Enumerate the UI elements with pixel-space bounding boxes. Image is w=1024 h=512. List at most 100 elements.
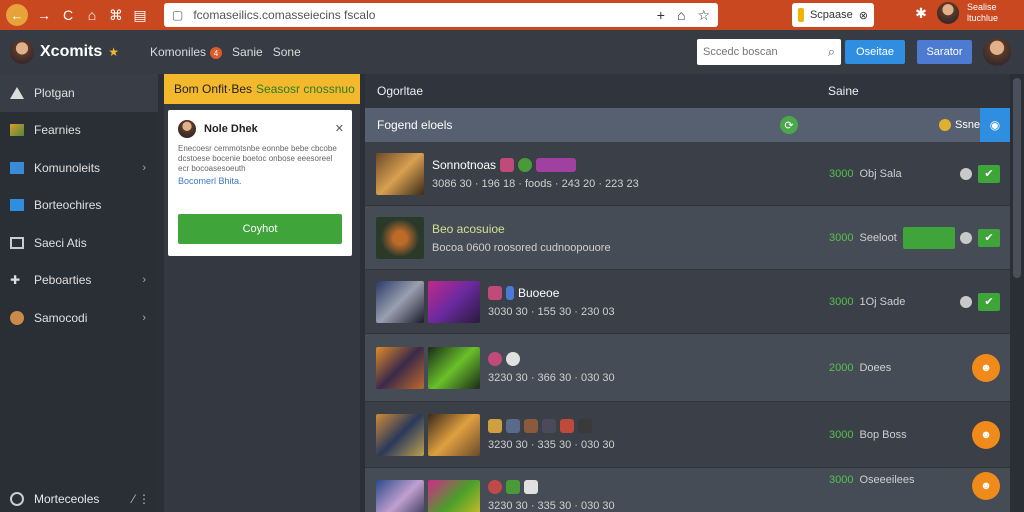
list-item[interactable]: 3230 30 · 335 30 · 030 30 3000 Oseeeilees…: [365, 468, 1010, 512]
secondary-button[interactable]: Sarator: [917, 40, 972, 64]
promo-banner[interactable]: Bom Onfit·Bes Seasosr cnossnuo: [164, 74, 360, 104]
progress-bar[interactable]: [903, 226, 955, 249]
chevron-right-icon: ›: [142, 161, 146, 174]
option-icon[interactable]: [960, 167, 972, 180]
filter-right-label: Ssne: [955, 119, 981, 131]
option-icon[interactable]: [960, 295, 972, 308]
item-price: 3000: [829, 474, 854, 486]
item-thumbnail: [376, 413, 424, 456]
primary-button[interactable]: Oseitae: [845, 40, 905, 64]
edit-icon[interactable]: ⁄ ⋮: [133, 492, 150, 506]
tag-icon: [506, 480, 520, 494]
sidebar-item-label: Fearnies: [34, 123, 81, 138]
list-header-left: Ogorltae: [377, 84, 424, 98]
back-icon[interactable]: ←: [6, 4, 28, 26]
item-price: 3000: [829, 428, 854, 441]
trend-icon: [10, 199, 24, 212]
item-price: 3000: [829, 231, 854, 244]
puzzle-icon: ✚: [10, 273, 21, 288]
nav-link-2[interactable]: Sanie: [232, 45, 263, 59]
refresh-icon[interactable]: ⟳: [780, 116, 798, 134]
user-line2: ltuchlue: [966, 13, 998, 23]
tabs-icon[interactable]: ⌘: [108, 7, 124, 24]
browser-avatar[interactable]: [936, 2, 959, 24]
sidebar-item-fearnies[interactable]: Fearnies: [0, 112, 158, 150]
reward-button[interactable]: ☻: [972, 472, 1000, 500]
sidebar-item-peboarties[interactable]: ✚ Peboarties ›: [0, 262, 158, 300]
add-icon[interactable]: +: [657, 7, 665, 24]
check-button[interactable]: ✔: [978, 292, 1000, 311]
list-header-right: Saine: [828, 84, 859, 98]
logo[interactable]: Xcomits ★: [0, 40, 140, 64]
tag-icon: [506, 418, 520, 433]
url-text: fcomaseilics.comasseiecins fscalo: [193, 8, 376, 22]
sidebar-item-samocodi[interactable]: Samocodi ›: [0, 299, 158, 337]
games-icon: [10, 124, 24, 137]
scrollbar-thumb[interactable]: [1013, 78, 1021, 278]
check-button[interactable]: ✔: [978, 164, 1000, 183]
item-price-label: Doees: [859, 361, 892, 374]
nav-link-1[interactable]: Komoniles 4: [150, 45, 223, 60]
item-thumbnail: [376, 346, 424, 389]
info-icon: [10, 492, 24, 506]
reward-button[interactable]: ☻: [972, 353, 1000, 382]
sidebar-item-saeci-atis[interactable]: Saeci Atis: [0, 224, 158, 262]
sidebar-item-komunoleits[interactable]: Komunoleits ›: [0, 149, 158, 187]
extension-chip[interactable]: Scpaase ⊗: [792, 3, 874, 27]
item-thumbnail: [376, 280, 424, 323]
nav-link-3[interactable]: Sone: [273, 45, 301, 59]
home-icon[interactable]: ⌂: [84, 7, 100, 23]
reward-button[interactable]: ☻: [972, 420, 1000, 449]
bug-icon[interactable]: ✱: [913, 5, 929, 22]
item-thumbnail-2: [428, 480, 480, 512]
close-icon[interactable]: ⊗: [859, 9, 868, 22]
tag-icon: [518, 157, 533, 172]
user-line1: Sealise: [966, 2, 997, 12]
star-icon[interactable]: ☆: [697, 7, 710, 24]
list-item[interactable]: Buoeoe 3030 30 · 155 30 · 230 03 3000 1Oj…: [365, 270, 1010, 334]
chevron-right-icon: ›: [142, 311, 146, 324]
check-button[interactable]: ✔: [978, 228, 1000, 247]
card-link[interactable]: Bocomerl Bhita.: [178, 176, 342, 186]
list-item[interactable]: 3230 30 · 335 30 · 030 30 3000 Bop Boss ☻: [365, 402, 1010, 468]
sidebar-footer-label: Morteceoles: [34, 492, 100, 506]
settings-icon[interactable]: ◉: [980, 108, 1010, 142]
item-thumbnail: [376, 152, 424, 195]
forward-icon[interactable]: →: [36, 7, 52, 23]
card-action-button[interactable]: Coyhot: [178, 214, 342, 244]
tag-icon: [578, 418, 592, 433]
extension-label: Scpaase: [809, 9, 853, 21]
close-icon[interactable]: ✕: [335, 122, 344, 135]
search-input[interactable]: [703, 46, 813, 58]
browser-toolbar: ← → C ⌂ ⌘ ▤ ▢ fcomaseilics.comasseiecins…: [0, 0, 1024, 30]
user-avatar[interactable]: [983, 38, 1011, 66]
list-item[interactable]: 3230 30 · 366 30 · 030 30 2000 Doees ☻: [365, 334, 1010, 402]
item-title: Buoeoe: [518, 285, 560, 300]
list-item[interactable]: Sonnotnoas 3086 30 · 196 18 · foods · 24…: [365, 142, 1010, 206]
tag-icon: [488, 351, 502, 366]
item-meta: 3030 30 · 155 30 · 230 03: [488, 305, 615, 318]
list-item[interactable]: Beo acosuioe Bocoa 0600 roosored cudnoop…: [365, 206, 1010, 270]
menu-icon[interactable]: ▤: [132, 7, 148, 24]
filter-right[interactable]: Ssne: [939, 119, 980, 131]
home-icon: [10, 86, 24, 99]
option-icon[interactable]: [960, 231, 972, 244]
promo-banner-highlight: Seasosr cnossnuo: [256, 82, 355, 96]
promo-banner-text: Bom Onfit·Bes: [174, 82, 253, 96]
promo-card: Nole Dhek ✕ Enecoesr cemmotsnbe eonnbe b…: [168, 110, 352, 256]
filter-row[interactable]: Fogend eloels ⟳ Ssne ◉: [365, 108, 1010, 142]
scrollbar[interactable]: [1010, 74, 1024, 512]
sidebar-item-borteochires[interactable]: Borteochires: [0, 187, 158, 225]
item-title: Beo acosuioe: [432, 221, 505, 236]
tag-icon: [542, 418, 556, 433]
notification-badge: 4: [210, 47, 223, 60]
bookmark-icon[interactable]: ⌂: [677, 7, 685, 24]
search-icon[interactable]: ⌕: [828, 44, 835, 60]
reload-icon[interactable]: C: [60, 7, 76, 23]
tag-icon: [488, 480, 502, 494]
address-bar[interactable]: ▢ fcomaseilics.comasseiecins fscalo + ⌂ …: [164, 3, 718, 27]
sidebar-item-plotgan[interactable]: Plotgan: [0, 74, 158, 112]
search-box[interactable]: ⌕: [697, 39, 841, 65]
community-icon: [10, 161, 24, 174]
sidebar-footer[interactable]: Morteceoles ⁄ ⋮: [0, 486, 158, 512]
